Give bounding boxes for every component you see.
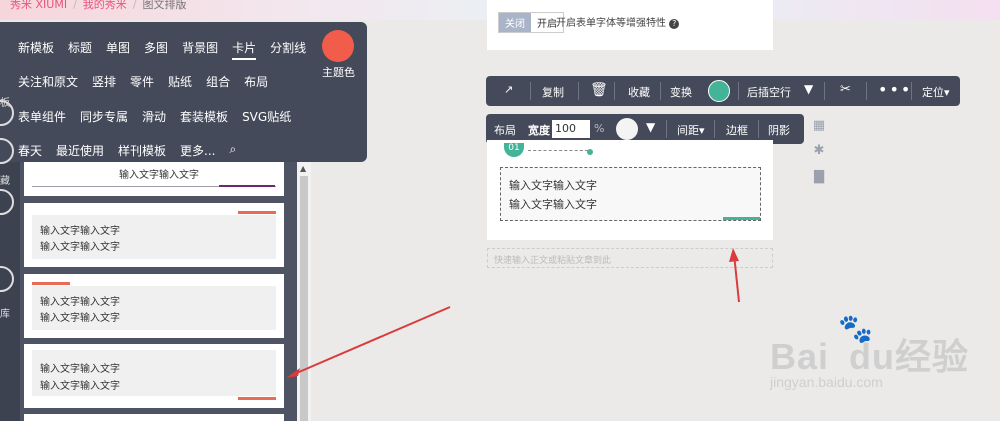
arrow-head-left [286,368,300,378]
arrow-line-left [291,306,451,376]
watermark-url: jingyan.baidu.com [770,374,883,390]
paw-icon: 🐾 [838,312,873,345]
baidu-watermark: Bai du经验 🐾 jingyan.baidu.com [770,312,970,398]
arrow-head-right [729,248,739,262]
